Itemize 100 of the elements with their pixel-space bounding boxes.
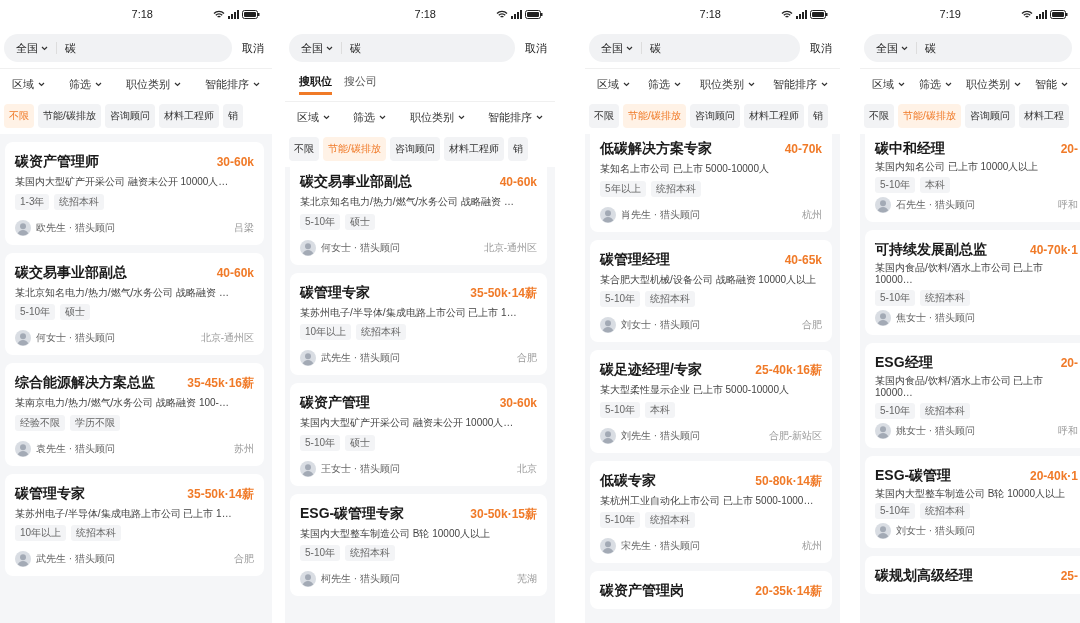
company-info: 某国内大型整车制造公司 B轮 10000人以上 (300, 527, 492, 540)
requirement-tag: 5-10年 (600, 512, 640, 528)
requirement-tag: 统招本科 (345, 545, 395, 561)
search-tab[interactable]: 搜职位 (299, 72, 332, 95)
job-card[interactable]: 碳资产管理 30-60k 某国内大型矿产开采公司 融资未公开 10000人… 5-10年 硕士 王女士 · 猎头顾问 北京 (290, 383, 547, 486)
job-card[interactable]: 碳交易事业部副总 40-60k 某北京知名电力/热力/燃气/水务公司 战略融资 … 5-10年 硕士 何女士 · 猎头顾问 北京-通州区 (5, 252, 264, 355)
avatar-icon (600, 427, 616, 444)
job-location: 芜湖 (517, 572, 537, 586)
filter-dropdown[interactable]: 筛选 (353, 110, 387, 125)
job-card[interactable]: 碳管理经理 40-65k 某合肥大型机械/设备公司 战略融资 10000人以上 5-10年 统招本科 刘女士 · 猎头顾问 合肥 (590, 239, 832, 342)
filter-dropdown[interactable]: 区域 (872, 77, 905, 92)
search-field[interactable]: 全国 碳 (864, 34, 1072, 62)
category-chip[interactable]: 咨询顾问 (104, 104, 155, 128)
salary: 30-50k·15薪 (470, 505, 537, 523)
caret-icon (623, 82, 630, 87)
category-chip[interactable]: 销 (222, 104, 243, 128)
search-query[interactable]: 碳 (925, 40, 936, 56)
job-card[interactable]: 碳足迹经理/专家 25-40k·16薪 某大型柔性显示企业 已上市 5000-10000人 5-10年 本科 刘先生 · 猎头顾问 合肥-新站区 (590, 350, 832, 453)
filter-dropdown[interactable]: 区域 (297, 110, 330, 125)
job-card[interactable]: 碳管理专家 35-50k·14薪 某苏州电子/半导体/集成电路上市公司 已上市 1… 10年以上 统招本科 武先生 · 猎头顾问 合肥 (290, 272, 547, 375)
filter-dropdown[interactable]: 区域 (12, 77, 45, 92)
category-chip[interactable]: 咨询顾问 (689, 104, 740, 128)
category-chip[interactable]: 咨询顾问 (389, 137, 440, 161)
job-title: 碳管理专家 (300, 283, 370, 302)
filter-dropdown[interactable]: 智能排序 (488, 110, 543, 125)
region-dropdown[interactable]: 全国 (301, 40, 333, 56)
cancel-button[interactable]: 取消 (525, 40, 547, 56)
job-card[interactable]: 低碳专家 50-80k·14薪 某杭州工业自动化上市公司 已上市 5000-1000… 5-10年 统招本科 宋先生 · 猎头顾问 杭州 (590, 460, 832, 563)
job-title: 碳足迹经理/专家 (600, 361, 702, 379)
requirement-tag: 统招本科 (920, 402, 970, 419)
job-card[interactable]: 可持续发展副总监 40-70k·1 某国内食品/饮料/酒水上市公司 已上市 10000… 5-10年 统招本科 焦女士 · 猎头顾问 (865, 229, 1080, 335)
search-tab[interactable]: 搜公司 (344, 72, 377, 95)
filter-dropdown[interactable]: 智能 (1035, 77, 1068, 92)
filter-dropdown[interactable]: 职位类别 (699, 77, 755, 92)
search-query[interactable]: 碳 (65, 40, 76, 56)
job-location: 合肥 (802, 318, 822, 332)
filter-dropdown[interactable]: 筛选 (648, 77, 682, 92)
filter-dropdown[interactable]: 筛选 (919, 77, 952, 92)
category-chip[interactable]: 不限 (289, 137, 319, 161)
category-chip[interactable]: 销 (507, 137, 528, 161)
recruiter-name: 何女士 · 猎头顾问 (36, 331, 116, 345)
category-chip[interactable]: 材料工程师 (158, 104, 219, 128)
caret-icon (1061, 82, 1068, 87)
job-card[interactable]: 碳中和经理 20- 某国内知名公司 已上市 10000人以上 5-10年 本科 石先生 · 猎头顾问 呼和 (865, 134, 1080, 222)
region-dropdown[interactable]: 全国 (876, 40, 908, 56)
company-info: 某合肥大型机械/设备公司 战略融资 10000人以上 (600, 273, 818, 286)
filter-dropdown[interactable]: 职位类别 (126, 77, 181, 92)
requirement-tag: 5-10年 (600, 401, 640, 418)
job-card[interactable]: 碳资产管理岗 20-35k·14薪 (590, 571, 832, 609)
job-card[interactable]: ESG经理 20- 某国内食品/饮料/酒水上市公司 已上市 10000… 5-10年 统招本科 姚女士 · 猎头顾问 呼和 (865, 342, 1080, 448)
avatar-icon (15, 330, 31, 346)
avatar-icon (300, 571, 316, 587)
category-chip[interactable]: 不限 (589, 104, 619, 128)
requirement-tag: 学历不限 (70, 414, 120, 431)
job-title: 碳资产管理 (300, 394, 370, 412)
category-chip[interactable]: 不限 (864, 104, 894, 128)
salary: 40-70k (784, 142, 822, 156)
job-card[interactable]: 碳管理专家 35-50k·14薪 某苏州电子/半导体/集成电路上市公司 已上市 1… 10年以上 统招本科 武先生 · 猎头顾问 合肥 (5, 473, 264, 576)
job-card[interactable]: 碳规划高级经理 25- (865, 556, 1080, 594)
avatar-icon (300, 460, 316, 477)
region-dropdown[interactable]: 全国 (16, 40, 48, 56)
salary: 20-40k·1 (1029, 468, 1078, 483)
requirement-tag: 5-10年 (300, 434, 340, 451)
category-chip[interactable]: 材料工程师 (743, 104, 804, 128)
cancel-button[interactable]: 取消 (810, 40, 832, 56)
battery-icon (1050, 9, 1068, 19)
requirement-tag: 统招本科 (356, 324, 407, 340)
search-field[interactable]: 全国 碳 (4, 34, 232, 62)
battery-icon (810, 9, 828, 19)
filter-dropdown[interactable]: 筛选 (69, 77, 102, 92)
job-location: 合肥-新站区 (768, 428, 822, 443)
wifi-icon (781, 9, 793, 19)
job-card[interactable]: ESG-碳管理 20-40k·1 某国内大型整车制造公司 B轮 10000人以上 5-10年 统招本科 刘女士 · 猎头顾问 (865, 455, 1080, 548)
category-chip[interactable]: 销 (807, 104, 828, 128)
caret-icon (174, 82, 181, 87)
avatar-icon (875, 196, 891, 213)
job-card[interactable]: ESG-碳管理专家 30-50k·15薪 某国内大型整车制造公司 B轮 10000人以上 5-10年 统招本科 柯先生 · 猎头顾问 芜湖 (290, 493, 547, 596)
filter-dropdown[interactable]: 职位类别 (409, 110, 465, 125)
job-card[interactable]: 综合能源解决方案总监 35-45k·16薪 某南京电力/热力/燃气/水务公司 战略融资 100-… 经验不限 学历不限 袁先生 · 猎头顾问 苏州 (5, 363, 264, 466)
job-card[interactable]: 碳交易事业部副总 40-60k 某北京知名电力/热力/燃气/水务公司 战略融资 … 5-10年 硕士 何女士 · 猎头顾问 北京-通州区 (290, 167, 547, 265)
category-chip[interactable]: 咨询顾问 (964, 104, 1015, 128)
cancel-button[interactable]: 取消 (242, 40, 264, 56)
signal-icon (228, 9, 239, 19)
search-query[interactable]: 碳 (350, 40, 361, 56)
filter-dropdown[interactable]: 智能排序 (205, 77, 260, 92)
region-dropdown[interactable]: 全国 (601, 40, 633, 56)
filter-dropdown[interactable]: 职位类别 (966, 77, 1021, 92)
job-location: 合肥 (234, 552, 254, 566)
filter-dropdown[interactable]: 区域 (597, 77, 630, 92)
category-chip[interactable]: 材料工程 (1018, 104, 1069, 128)
category-chip[interactable]: 材料工程师 (443, 137, 504, 161)
search-query[interactable]: 碳 (650, 40, 661, 56)
category-chip[interactable]: 节能/碳排放 (38, 104, 101, 128)
job-card[interactable]: 低碳解决方案专家 40-70k 某知名上市公司 已上市 5000-10000人 5年以上 统招本科 肖先生 · 猎头顾问 杭州 (590, 134, 832, 232)
search-field[interactable]: 全国 碳 (289, 34, 515, 62)
requirement-tag: 5年以上 (600, 180, 646, 197)
filter-dropdown[interactable]: 智能排序 (773, 77, 828, 92)
job-card[interactable]: 碳资产管理师 30-60k 某国内大型矿产开采公司 融资未公开 10000人… 1-3年 统招本科 欧先生 · 猎头顾问 吕梁 (5, 142, 264, 245)
avatar-icon (600, 317, 616, 333)
search-field[interactable]: 全国 碳 (589, 34, 800, 62)
